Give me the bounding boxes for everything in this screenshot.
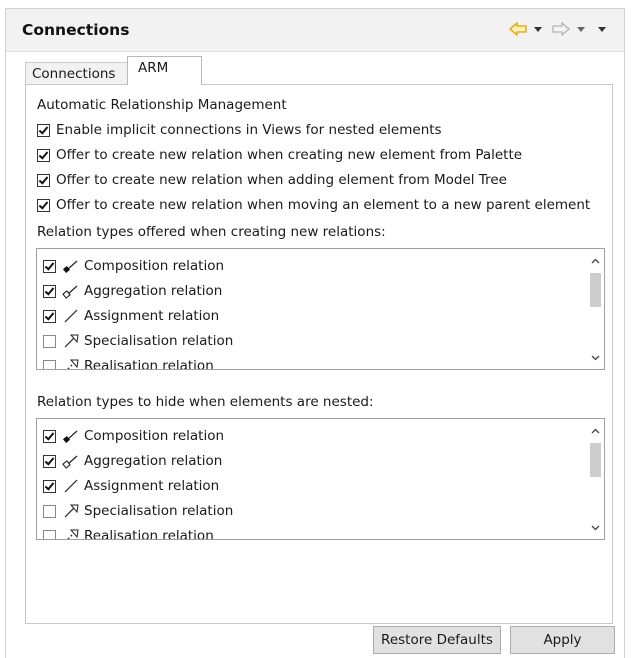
list-item-label: Composition relation xyxy=(84,428,225,444)
vertical-scrollbar[interactable] xyxy=(587,249,604,369)
list-item[interactable]: Composition relation xyxy=(43,428,224,444)
option-label: Offer to create new relation when creati… xyxy=(56,147,523,163)
scroll-down-icon[interactable] xyxy=(591,523,600,532)
list-item[interactable]: Aggregation relation xyxy=(43,283,222,299)
aggregation-icon xyxy=(62,453,82,469)
scroll-up-icon[interactable] xyxy=(591,427,600,436)
list-item-label: Realisation relation xyxy=(84,528,214,540)
section-title: Automatic Relationship Management xyxy=(37,97,287,113)
option-add-from-model-tree[interactable]: Offer to create new relation when adding… xyxy=(37,172,507,188)
assignment-icon xyxy=(62,308,82,324)
list-item-label: Composition relation xyxy=(84,258,225,274)
checkbox[interactable] xyxy=(43,334,56,348)
tab-connections[interactable]: Connections xyxy=(25,62,128,84)
hide-relations-label: Relation types to hide when elements are… xyxy=(37,394,374,410)
forward-history-dropdown-icon[interactable] xyxy=(577,26,585,32)
scrollbar-thumb[interactable] xyxy=(590,273,601,307)
checkbox[interactable] xyxy=(43,429,56,443)
button-bar: Restore Defaults Apply xyxy=(0,624,631,658)
arm-tab-panel: Automatic Relationship Management Enable… xyxy=(25,84,613,624)
list-item[interactable]: Composition relation xyxy=(43,258,224,274)
checkbox[interactable] xyxy=(43,529,56,539)
list-item[interactable]: Assignment relation xyxy=(43,478,219,494)
checkbox[interactable] xyxy=(37,123,50,137)
option-label: Offer to create new relation when adding… xyxy=(56,172,507,188)
realisation-icon xyxy=(62,358,82,369)
option-label: Enable implicit connections in Views for… xyxy=(56,122,442,138)
checkbox[interactable] xyxy=(37,148,50,162)
list-item-label: Assignment relation xyxy=(84,308,220,324)
option-move-to-new-parent[interactable]: Offer to create new relation when moving… xyxy=(37,197,590,213)
scroll-down-icon[interactable] xyxy=(591,353,600,362)
view-menu-icon[interactable] xyxy=(598,26,606,32)
page-header: Connections xyxy=(6,9,624,52)
history-navigation xyxy=(509,22,612,36)
option-label: Offer to create new relation when moving… xyxy=(56,197,591,213)
list-item-label: Aggregation relation xyxy=(84,283,223,299)
specialisation-icon xyxy=(62,333,82,349)
back-arrow-icon[interactable] xyxy=(509,22,527,36)
list-item-label: Aggregation relation xyxy=(84,453,223,469)
tab-arm[interactable]: ARM xyxy=(127,56,202,85)
back-history-dropdown-icon[interactable] xyxy=(534,26,542,32)
list-item-label: Specialisation relation xyxy=(84,333,234,349)
scroll-up-icon[interactable] xyxy=(591,257,600,266)
realisation-icon xyxy=(62,528,82,539)
page-title: Connections xyxy=(22,21,130,39)
scrollbar-thumb[interactable] xyxy=(590,443,601,477)
list-item-label: Realisation relation xyxy=(84,358,214,370)
list-item-label: Assignment relation xyxy=(84,478,220,494)
option-create-from-palette[interactable]: Offer to create new relation when creati… xyxy=(37,147,522,163)
offered-relations-list[interactable]: Composition relation Aggregation relatio… xyxy=(36,248,605,370)
restore-defaults-button[interactable]: Restore Defaults xyxy=(373,626,501,654)
list-item[interactable]: Aggregation relation xyxy=(43,453,222,469)
assignment-icon xyxy=(62,478,82,494)
vertical-scrollbar[interactable] xyxy=(587,419,604,539)
checkbox[interactable] xyxy=(43,309,56,323)
composition-icon xyxy=(62,258,82,274)
apply-button[interactable]: Apply xyxy=(510,626,615,654)
forward-arrow-icon[interactable] xyxy=(552,22,570,36)
checkbox[interactable] xyxy=(43,259,56,273)
option-implicit-connections[interactable]: Enable implicit connections in Views for… xyxy=(37,122,442,138)
checkbox[interactable] xyxy=(37,198,50,212)
aggregation-icon xyxy=(62,283,82,299)
list-item[interactable]: Assignment relation xyxy=(43,308,219,324)
composition-icon xyxy=(62,428,82,444)
checkbox[interactable] xyxy=(43,284,56,298)
checkbox[interactable] xyxy=(37,173,50,187)
checkbox[interactable] xyxy=(43,454,56,468)
checkbox[interactable] xyxy=(43,504,56,518)
list-item[interactable]: Realisation relation xyxy=(43,358,214,370)
checkbox[interactable] xyxy=(43,479,56,493)
list-item[interactable]: Specialisation relation xyxy=(43,503,233,519)
list-item[interactable]: Realisation relation xyxy=(43,528,214,540)
offered-relations-label: Relation types offered when creating new… xyxy=(37,224,386,240)
list-item[interactable]: Specialisation relation xyxy=(43,333,233,349)
specialisation-icon xyxy=(62,503,82,519)
list-item-label: Specialisation relation xyxy=(84,503,234,519)
checkbox[interactable] xyxy=(43,359,56,369)
hide-relations-list[interactable]: Composition relation Aggregation relatio… xyxy=(36,418,605,540)
